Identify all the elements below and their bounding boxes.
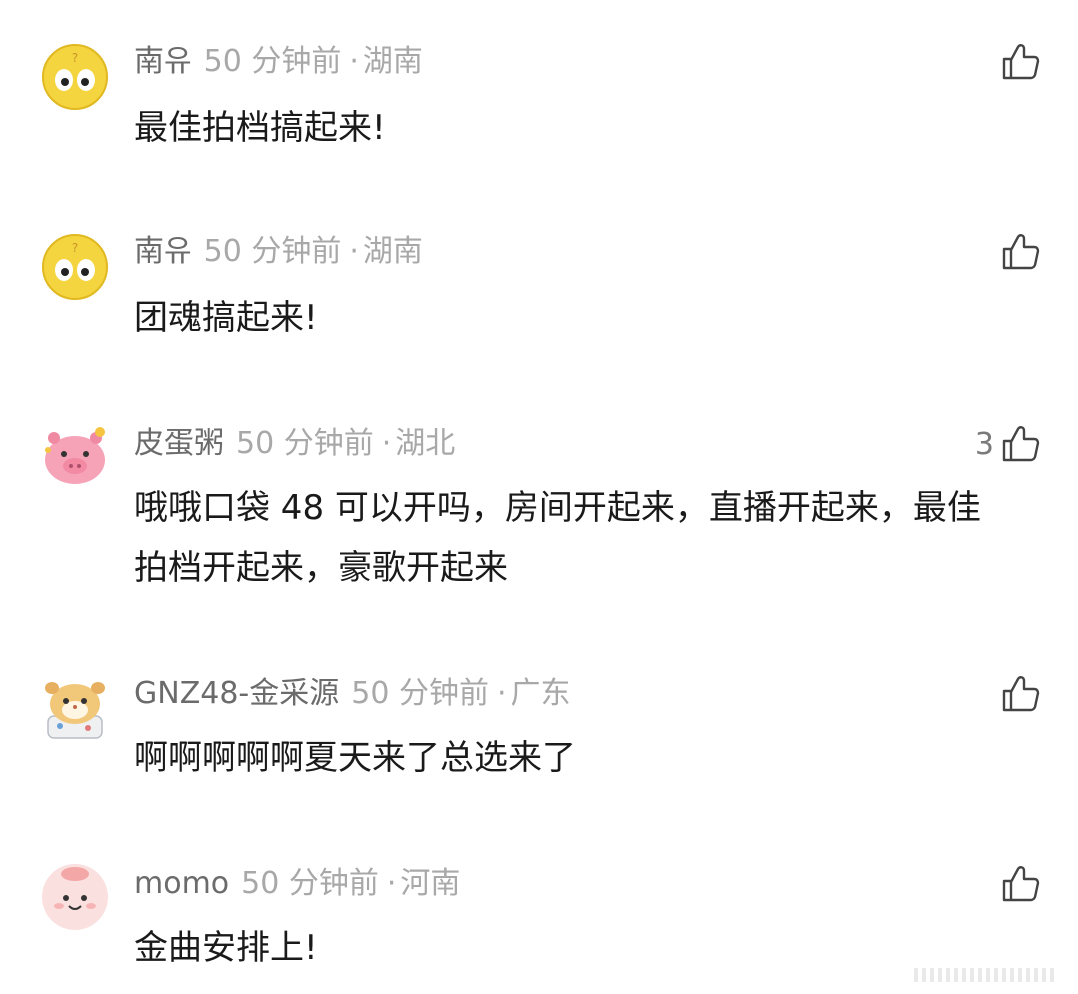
- pink-bunny-avatar[interactable]: [40, 862, 110, 932]
- thumbs-up-outline-icon: [1000, 424, 1040, 464]
- comment-text: 最佳拍档搞起来!: [134, 108, 386, 148]
- username[interactable]: momo: [134, 866, 229, 901]
- like-button[interactable]: 3: [975, 422, 1040, 466]
- comment-text: 团魂搞起来!: [134, 298, 318, 338]
- thumbs-up-outline-icon: [1000, 674, 1040, 714]
- like-count: 3: [974, 426, 994, 462]
- thumbs-up-outline-icon: [1000, 42, 1040, 82]
- comment-meta: 南유 50 分钟前 · 湖南: [134, 44, 423, 80]
- comment-meta: GNZ48-金采源 50 分钟前 · 广东: [134, 676, 571, 712]
- comment-text: 金曲安排上!: [134, 928, 318, 968]
- timestamp: 50 分钟前: [351, 676, 489, 711]
- cartoon-hamster-avatar[interactable]: [40, 672, 110, 742]
- thumbs-up-outline-icon: [1000, 232, 1040, 272]
- like-button[interactable]: [994, 40, 1040, 84]
- like-button[interactable]: [994, 230, 1040, 274]
- timestamp: 50 分钟前: [236, 426, 374, 461]
- username[interactable]: 南유: [134, 234, 192, 269]
- location: 河南: [400, 866, 461, 901]
- username[interactable]: 皮蛋粥: [134, 426, 224, 461]
- location: 湖南: [362, 44, 423, 79]
- location: 湖北: [395, 426, 456, 461]
- confused-yellow-face-avatar[interactable]: ?: [40, 42, 110, 112]
- comment-meta: 南유 50 分钟前 · 湖南: [134, 234, 423, 270]
- separator: ·: [496, 676, 507, 711]
- like-button[interactable]: [994, 862, 1040, 906]
- location: 广东: [510, 676, 571, 711]
- comment-text: 啊啊啊啊啊夏天来了总选来了: [134, 738, 576, 778]
- separator: ·: [349, 44, 359, 79]
- timestamp: 50 分钟前: [203, 234, 342, 269]
- separator: ·: [386, 866, 397, 901]
- separator: ·: [381, 426, 392, 461]
- pink-pig-avatar[interactable]: [40, 418, 110, 488]
- like-button[interactable]: [994, 672, 1040, 716]
- timestamp: 50 分钟前: [241, 866, 379, 901]
- comment-meta: 皮蛋粥 50 分钟前 · 湖北: [134, 426, 455, 462]
- username[interactable]: GNZ48-金采源: [134, 676, 339, 711]
- svg-text:?: ?: [72, 241, 78, 255]
- username[interactable]: 南유: [134, 44, 192, 79]
- separator: ·: [349, 234, 359, 269]
- timestamp: 50 分钟前: [203, 44, 342, 79]
- watermark-stripes: [914, 966, 1064, 984]
- confused-yellow-face-avatar[interactable]: ?: [40, 232, 110, 302]
- comment-meta: momo 50 分钟前 · 河南: [134, 866, 460, 902]
- comment-text: 哦哦口袋 48 可以开吗，房间开起来，直播开起来，最佳拍档开起来，豪歌开起来: [134, 488, 981, 588]
- svg-text:?: ?: [72, 51, 78, 65]
- thumbs-up-outline-icon: [1000, 864, 1040, 904]
- location: 湖南: [362, 234, 423, 269]
